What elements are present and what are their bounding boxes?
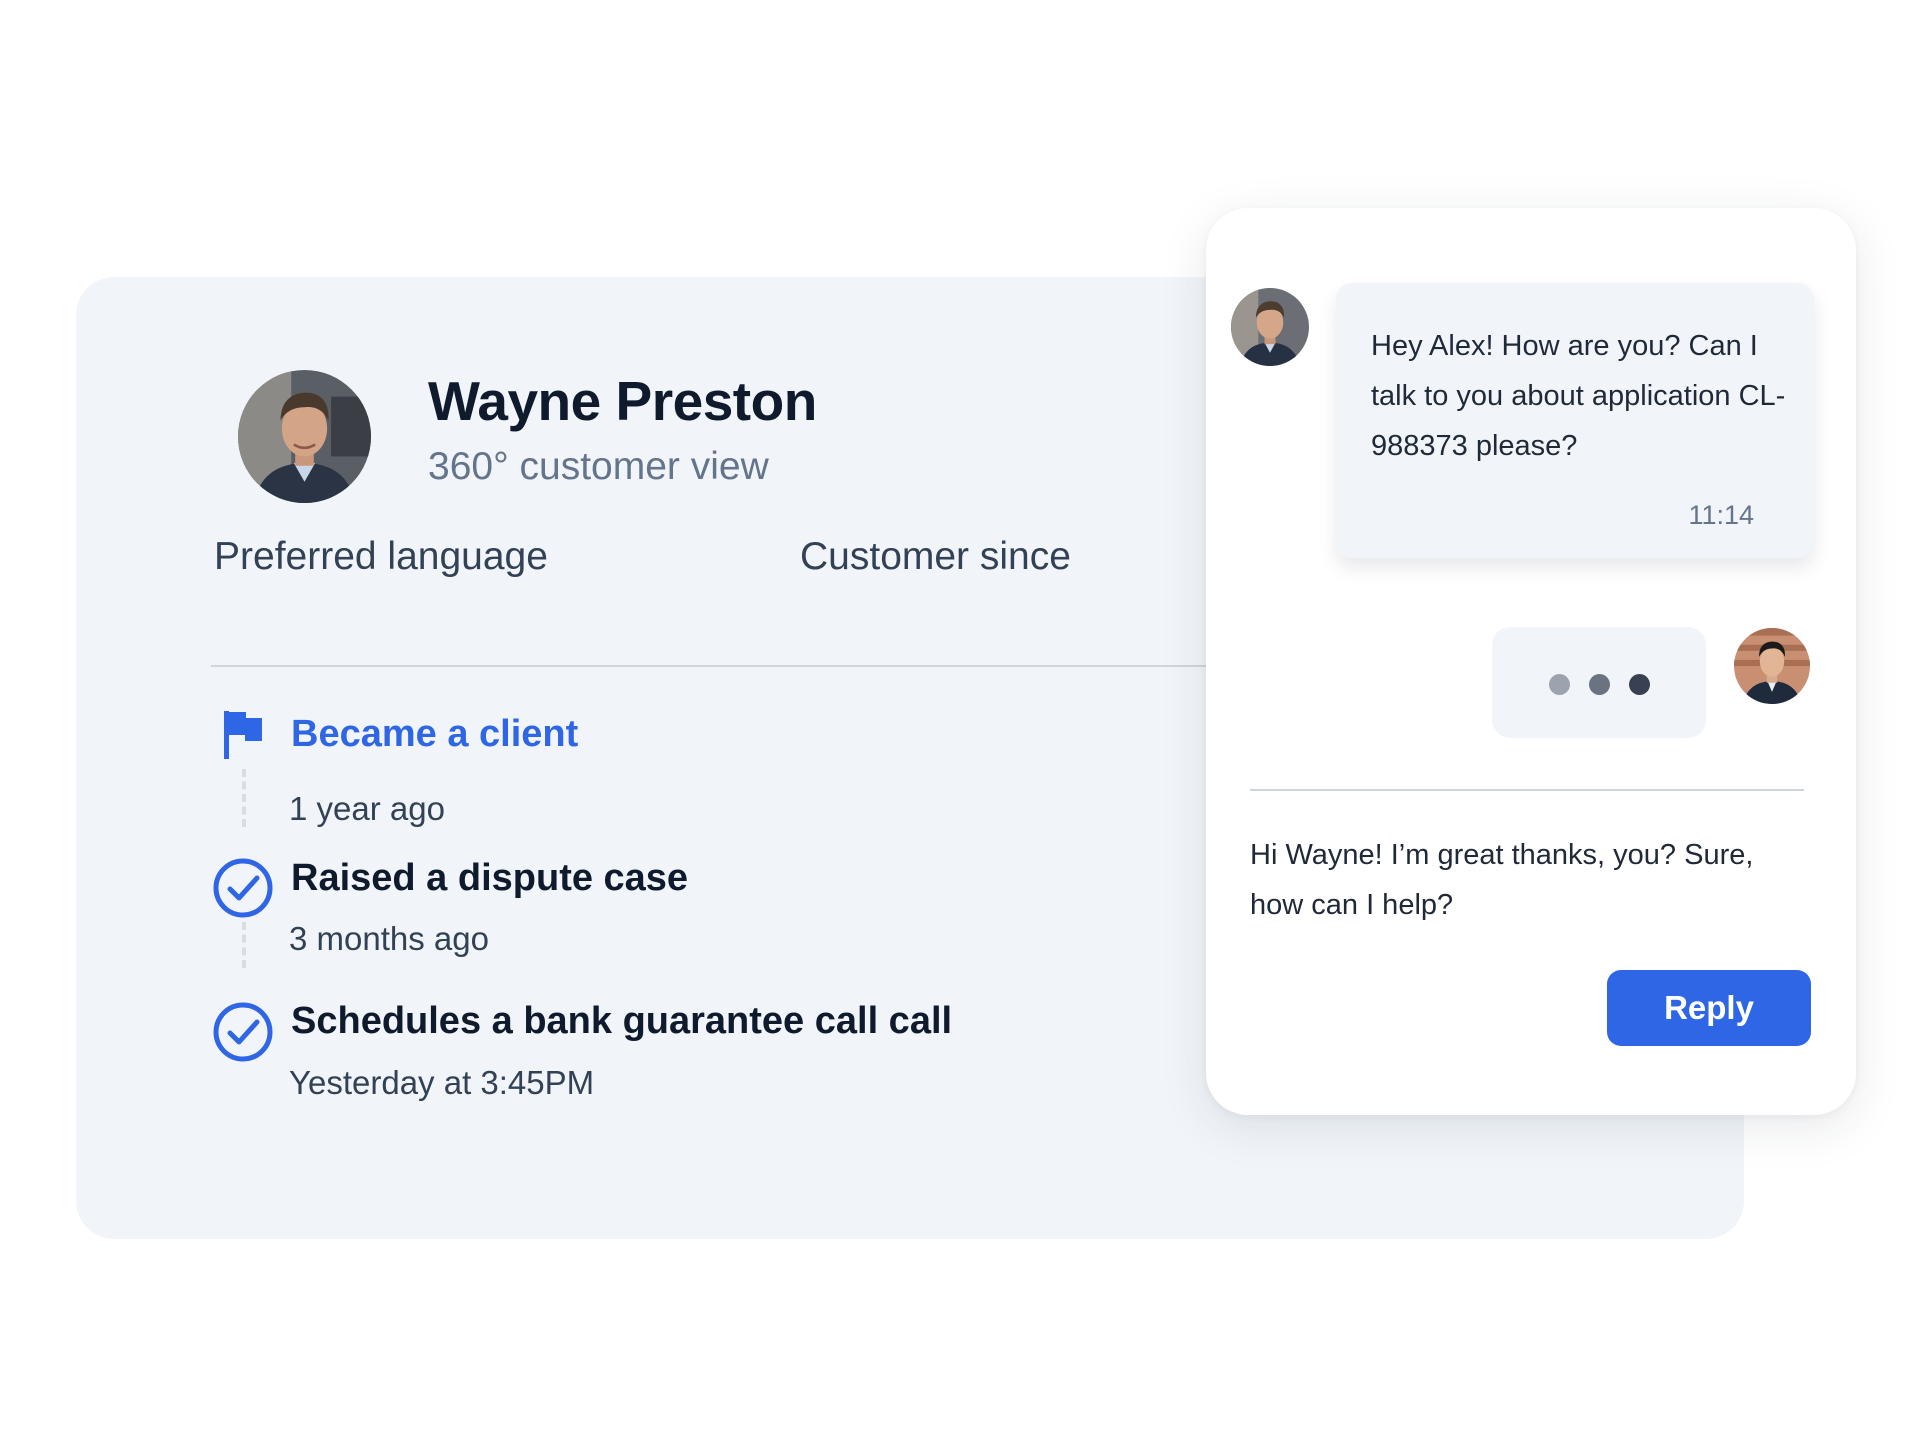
agent-avatar xyxy=(1734,628,1810,704)
customer-since-label: Customer since xyxy=(800,535,1071,578)
card-divider xyxy=(211,665,1281,667)
customer-subtitle: 360° customer view xyxy=(428,445,769,488)
customer-avatar xyxy=(238,370,371,503)
timeline-time-dispute: 3 months ago xyxy=(289,920,489,957)
chat-divider xyxy=(1250,789,1804,791)
timeline-title-bank-guarantee: Schedules a bank guarantee call call xyxy=(291,1000,953,1042)
message-timestamp: 11:14 xyxy=(1688,500,1754,530)
timeline-connector xyxy=(242,922,246,968)
typing-indicator xyxy=(1492,627,1706,738)
customer-name: Wayne Preston xyxy=(428,370,817,432)
timeline-time-became-client: 1 year ago xyxy=(289,790,445,827)
typing-dot xyxy=(1589,674,1610,695)
customer-photo xyxy=(238,370,371,503)
timeline-title-dispute: Raised a dispute case xyxy=(291,857,689,899)
chat-panel: Hey Alex! How are you? Can I talk to you… xyxy=(1206,208,1856,1115)
check-circle-icon xyxy=(212,857,274,919)
preferred-language-label: Preferred language xyxy=(214,535,548,578)
check-circle-icon xyxy=(212,1001,274,1063)
typing-dot xyxy=(1629,674,1650,695)
reply-button[interactable]: Reply xyxy=(1607,970,1811,1046)
timeline-connector xyxy=(242,769,246,827)
timeline-time-bank-guarantee: Yesterday at 3:45PM xyxy=(289,1064,595,1101)
page: Wayne Preston 360° customer view Preferr… xyxy=(0,0,1920,1440)
incoming-message-text: Hey Alex! How are you? Can I talk to you… xyxy=(1371,330,1786,462)
timeline-title-became-client: Became a client xyxy=(291,713,579,755)
typing-dot xyxy=(1549,674,1570,695)
incoming-message-bubble: Hey Alex! How are you? Can I talk to you… xyxy=(1336,283,1814,558)
flag-icon xyxy=(212,705,274,767)
sender-avatar xyxy=(1231,288,1309,366)
reply-draft-text[interactable]: Hi Wayne! I’m great thanks, you? Sure, h… xyxy=(1250,830,1810,930)
